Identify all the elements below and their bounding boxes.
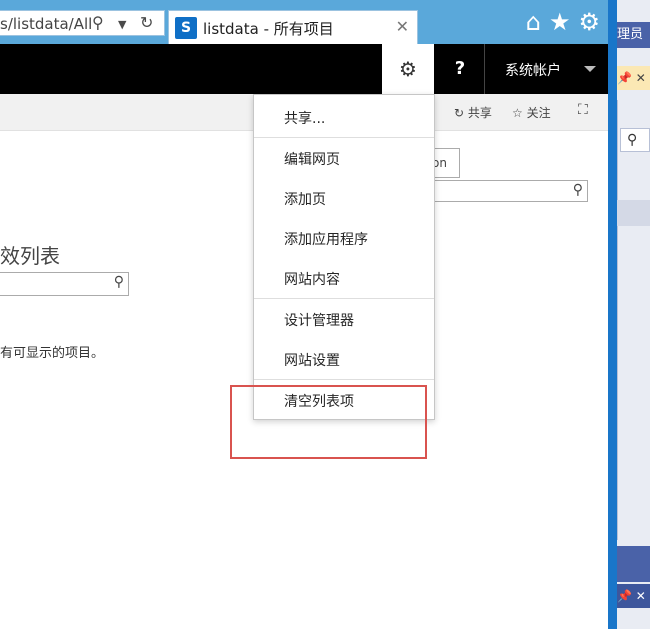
side-panel-divider <box>617 100 618 540</box>
browser-toolbar-icons: ⌂ ★ ⚙ <box>526 8 600 36</box>
side-panel-header: 理员 <box>617 22 650 48</box>
menu-separator <box>254 137 434 138</box>
page-button-fragment[interactable]: on <box>432 148 460 178</box>
close-tab-icon[interactable]: ✕ <box>396 17 409 36</box>
account-caret-icon[interactable] <box>584 66 596 72</box>
settings-gear-icon: ⚙ <box>399 57 417 81</box>
menu-item-site-contents[interactable]: 网站内容 <box>284 269 340 289</box>
browser-chrome: s/listdata/All ⚲ ▼ ↻ S listdata - 所有项目 ✕… <box>0 0 608 44</box>
star-outline-icon: ☆ <box>512 106 523 120</box>
sharepoint-logo-icon: S <box>175 17 197 39</box>
menu-item-add-app[interactable]: 添加应用程序 <box>284 229 368 249</box>
follow-label: 关注 <box>526 106 551 120</box>
menu-item-add-page[interactable]: 添加页 <box>284 189 326 209</box>
list-search-input[interactable]: ⚲ <box>0 272 129 296</box>
empty-list-message: 有可显示的项目。 <box>0 346 105 361</box>
address-url[interactable]: s/listdata/All <box>0 15 92 33</box>
refresh-icon[interactable]: ↻ <box>140 13 153 32</box>
side-panel-bottom-pin-row[interactable]: 📌 ✕ <box>617 584 650 608</box>
site-search-input[interactable]: ⚲ <box>432 180 588 202</box>
tab-title: listdata - 所有项目 <box>203 20 334 38</box>
menu-separator <box>254 379 434 380</box>
menu-item-share[interactable]: 共享... <box>284 108 325 128</box>
share-label: 共享 <box>467 106 492 120</box>
search-icon[interactable]: ⚲ <box>92 13 104 32</box>
address-bar[interactable]: s/listdata/All ⚲ ▼ ↻ <box>0 10 165 36</box>
menu-separator <box>254 298 434 299</box>
side-panel-pin-row[interactable]: 📌 ✕ <box>617 66 650 90</box>
account-menu-label[interactable]: 系统帐户 <box>505 60 561 80</box>
side-panel-row[interactable] <box>617 200 650 226</box>
search-icon[interactable]: ⚲ <box>114 274 124 290</box>
suite-bar: ⚙ ? 系统帐户 <box>0 44 608 94</box>
focus-mode-icon[interactable]: ⛶ <box>578 102 588 118</box>
home-icon[interactable]: ⌂ <box>526 8 541 36</box>
side-search-icon[interactable]: ⚲ <box>620 128 650 152</box>
help-button[interactable]: ? <box>436 44 484 94</box>
settings-gear-button[interactable]: ⚙ <box>382 44 434 94</box>
share-icon: ↻ <box>454 106 465 120</box>
browser-tab-active[interactable]: S listdata - 所有项目 ✕ <box>168 10 418 44</box>
menu-item-edit-page[interactable]: 编辑网页 <box>284 149 340 169</box>
tools-gear-icon[interactable]: ⚙ <box>578 8 600 36</box>
list-title: 效列表 <box>0 244 60 268</box>
menu-item-site-settings[interactable]: 网站设置 <box>284 350 340 370</box>
suite-bar-divider <box>484 44 485 94</box>
favorites-star-icon[interactable]: ★ <box>549 8 571 36</box>
side-panel <box>617 0 650 629</box>
highlight-annotation-box <box>230 385 427 459</box>
dropdown-arrow-icon[interactable]: ▼ <box>118 18 126 31</box>
follow-action[interactable]: ☆ 关注 <box>512 104 551 121</box>
menu-item-design-manager[interactable]: 设计管理器 <box>284 310 354 330</box>
search-icon[interactable]: ⚲ <box>573 182 583 198</box>
side-panel-footer <box>617 546 650 582</box>
settings-dropdown-menu: 共享... 编辑网页 添加页 添加应用程序 网站内容 设计管理器 网站设置 清空… <box>253 94 435 420</box>
share-action[interactable]: ↻ 共享 <box>454 104 492 121</box>
